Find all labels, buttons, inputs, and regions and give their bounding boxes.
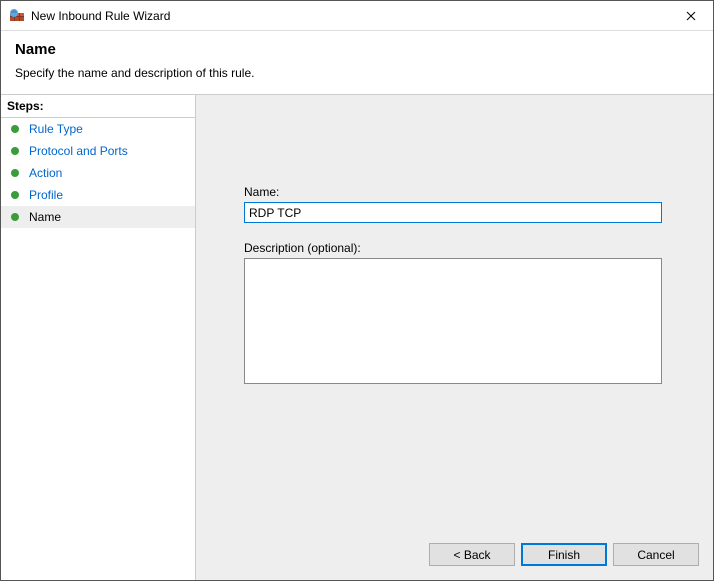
step-bullet-icon (11, 169, 19, 177)
step-label: Name (29, 210, 61, 224)
firewall-icon (9, 8, 25, 24)
step-action[interactable]: Action (1, 162, 195, 184)
step-label: Profile (29, 188, 63, 202)
name-input[interactable] (244, 202, 662, 223)
window-title: New Inbound Rule Wizard (31, 9, 170, 23)
step-profile[interactable]: Profile (1, 184, 195, 206)
cancel-button[interactable]: Cancel (613, 543, 699, 566)
finish-button[interactable]: Finish (521, 543, 607, 566)
step-label: Rule Type (29, 122, 83, 136)
main-panel: Name: Description (optional): < Back Fin… (196, 95, 713, 580)
description-label: Description (optional): (244, 241, 683, 255)
steps-sidebar: Steps: Rule Type Protocol and Ports Acti… (1, 95, 196, 580)
page-subtitle: Specify the name and description of this… (15, 66, 699, 80)
step-bullet-icon (11, 147, 19, 155)
description-textarea[interactable] (244, 258, 662, 384)
step-label: Action (29, 166, 62, 180)
steps-heading: Steps: (1, 95, 195, 118)
step-protocol-and-ports[interactable]: Protocol and Ports (1, 140, 195, 162)
step-bullet-icon (11, 191, 19, 199)
wizard-buttons: < Back Finish Cancel (429, 543, 699, 566)
name-label: Name: (244, 185, 683, 199)
page-title: Name (15, 41, 699, 58)
step-rule-type[interactable]: Rule Type (1, 118, 195, 140)
wizard-header: Name Specify the name and description of… (1, 31, 713, 94)
step-label: Protocol and Ports (29, 144, 128, 158)
step-name[interactable]: Name (1, 206, 195, 228)
steps-list: Rule Type Protocol and Ports Action Prof… (1, 118, 195, 228)
step-bullet-icon (11, 125, 19, 133)
back-button[interactable]: < Back (429, 543, 515, 566)
titlebar: New Inbound Rule Wizard (1, 1, 713, 31)
step-bullet-icon (11, 213, 19, 221)
close-button[interactable] (668, 1, 713, 31)
